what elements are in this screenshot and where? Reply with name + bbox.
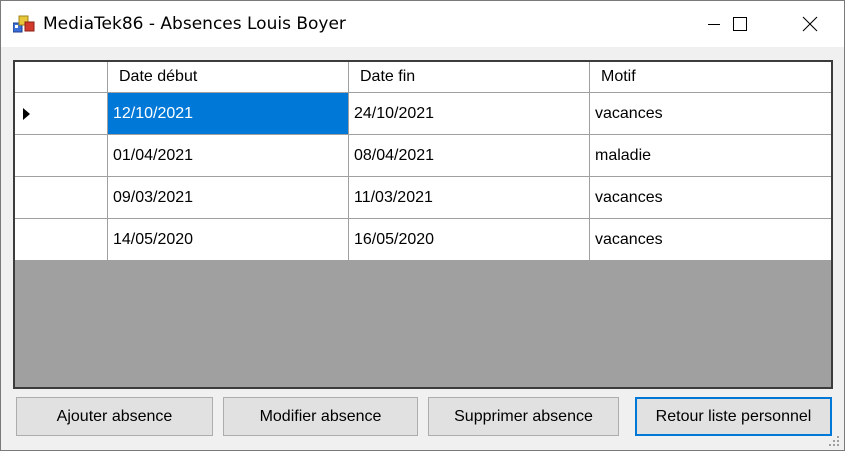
corner-header-cell[interactable]	[15, 62, 108, 93]
column-header-motif[interactable]: Motif	[590, 62, 831, 93]
row-header-cell[interactable]	[15, 135, 108, 177]
back-to-staff-list-button[interactable]: Retour liste personnel	[635, 397, 832, 436]
cell-date-debut[interactable]: 14/05/2020	[108, 219, 349, 261]
column-header-date-fin[interactable]: Date fin	[349, 62, 590, 93]
table-row[interactable]: 14/05/2020 16/05/2020 vacances	[15, 219, 831, 261]
absences-window: MediaTek86 - Absences Louis Boyer Date d…	[0, 0, 845, 451]
row-header-cell[interactable]	[15, 177, 108, 219]
add-absence-button[interactable]: Ajouter absence	[16, 397, 213, 436]
cell-motif[interactable]: vacances	[590, 177, 831, 219]
cell-date-fin[interactable]: 16/05/2020	[349, 219, 590, 261]
cell-motif[interactable]: vacances	[590, 93, 831, 135]
table-row[interactable]: 01/04/2021 08/04/2021 maladie	[15, 135, 831, 177]
delete-absence-button[interactable]: Supprimer absence	[428, 397, 619, 436]
cell-date-debut[interactable]: 01/04/2021	[108, 135, 349, 177]
cell-motif[interactable]: maladie	[590, 135, 831, 177]
table-row[interactable]: 09/03/2021 11/03/2021 vacances	[15, 177, 831, 219]
row-header-cell[interactable]	[15, 93, 108, 135]
maximize-icon	[733, 17, 747, 31]
table-row[interactable]: 12/10/2021 24/10/2021 vacances	[15, 93, 831, 135]
maximize-button[interactable]	[717, 1, 763, 47]
cell-date-debut[interactable]: 09/03/2021	[108, 177, 349, 219]
close-button[interactable]	[787, 1, 833, 47]
edit-absence-button[interactable]: Modifier absence	[223, 397, 418, 436]
title-bar[interactable]: MediaTek86 - Absences Louis Boyer	[1, 1, 844, 47]
row-header-cell[interactable]	[15, 219, 108, 261]
cell-date-fin[interactable]: 24/10/2021	[349, 93, 590, 135]
cell-date-debut[interactable]: 12/10/2021	[108, 93, 349, 135]
absences-grid[interactable]: Date début Date fin Motif 12/10/2021 24/…	[13, 60, 833, 389]
window-title: MediaTek86 - Absences Louis Boyer	[43, 14, 346, 34]
cell-date-fin[interactable]: 11/03/2021	[349, 177, 590, 219]
app-icon	[13, 15, 35, 33]
column-header-date-debut[interactable]: Date début	[108, 62, 349, 93]
resize-grip-icon[interactable]	[827, 434, 841, 448]
cell-date-fin[interactable]: 08/04/2021	[349, 135, 590, 177]
column-header-row: Date début Date fin Motif	[15, 62, 831, 93]
cell-motif[interactable]: vacances	[590, 219, 831, 261]
row-indicator-icon	[23, 108, 30, 120]
close-icon	[802, 16, 818, 32]
